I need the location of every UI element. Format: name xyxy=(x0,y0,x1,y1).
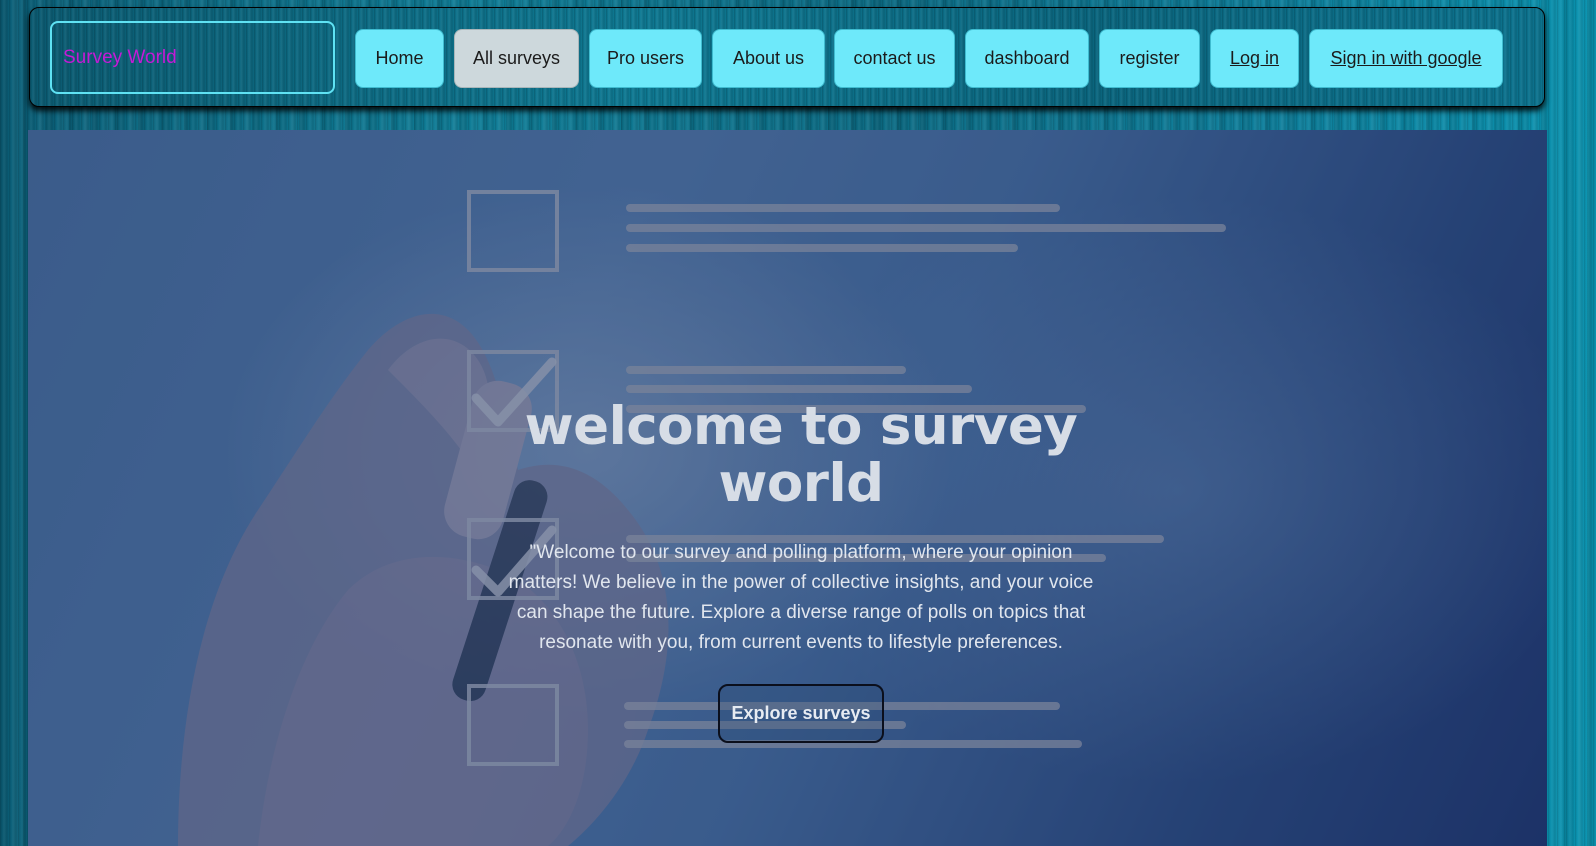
nav-register-button[interactable]: register xyxy=(1099,29,1200,88)
explore-surveys-button[interactable]: Explore surveys xyxy=(718,684,884,743)
nav-all-surveys-label: All surveys xyxy=(472,48,561,68)
nav-sign-in-google-label: Sign in with google xyxy=(1330,48,1482,68)
hero-description: "Welcome to our survey and polling platf… xyxy=(508,542,1094,653)
hero-content: welcome to survey world "Welcome to our … xyxy=(496,398,1106,743)
top-navbar: Survey World Home All surveys Pro users … xyxy=(29,7,1545,107)
nav-log-in-label: Log in xyxy=(1229,48,1280,68)
nav-contact-us-button[interactable]: contact us xyxy=(834,29,955,88)
nav-register-label: register xyxy=(1119,48,1180,68)
brand-logo-box[interactable]: Survey World xyxy=(50,21,335,94)
nav-dashboard-button[interactable]: dashboard xyxy=(965,29,1089,88)
hero-title: welcome to survey world xyxy=(524,396,1078,514)
nav-home-button[interactable]: Home xyxy=(355,29,444,88)
nav-about-us-label: About us xyxy=(732,48,805,68)
brand-name: Survey World xyxy=(63,46,177,68)
nav-home-label: Home xyxy=(375,48,424,68)
nav-dashboard-label: dashboard xyxy=(984,48,1070,68)
nav-log-in-link[interactable]: Log in xyxy=(1210,29,1299,88)
nav-all-surveys-button[interactable]: All surveys xyxy=(454,29,579,88)
hero-section: welcome to survey world "Welcome to our … xyxy=(28,130,1547,846)
nav-contact-us-label: contact us xyxy=(853,48,936,68)
nav-pro-users-label: Pro users xyxy=(606,48,685,68)
nav-pro-users-button[interactable]: Pro users xyxy=(589,29,702,88)
nav-sign-in-google-link[interactable]: Sign in with google xyxy=(1309,29,1503,88)
nav-about-us-button[interactable]: About us xyxy=(712,29,825,88)
